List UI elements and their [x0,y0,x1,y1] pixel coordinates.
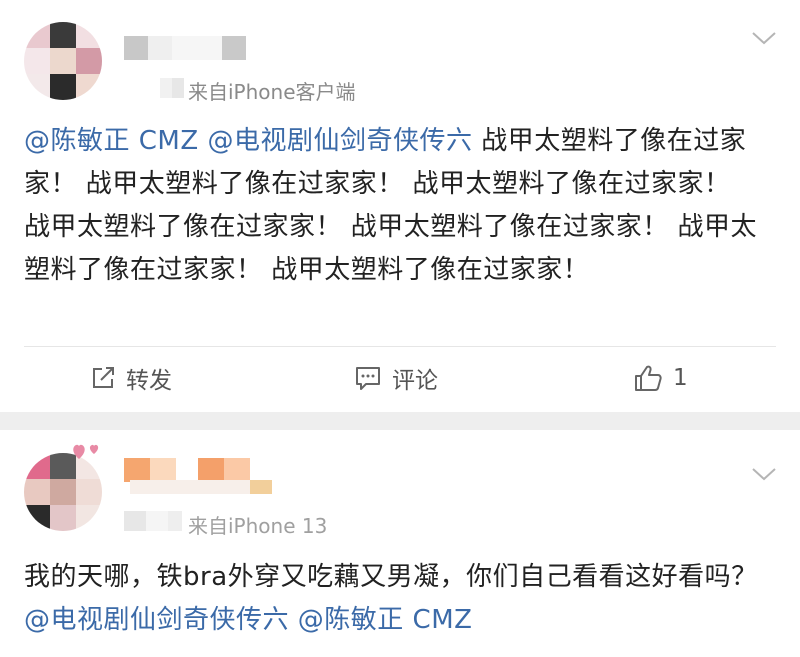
weibo-post: 来自iPhone客户端 @陈敏正 CMZ @电视剧仙剑奇侠传六 战甲太塑料了像在… [0,0,800,412]
avatar[interactable] [24,453,102,531]
chevron-down-icon[interactable] [751,466,777,482]
repost-label: 转发 [126,368,172,394]
post-body-text: 我的天哪，铁bra外穿又吃藕又男凝，你们自己看看这好看吗？ [24,562,758,592]
comment-label: 评论 [392,368,438,394]
divider [24,346,776,347]
username-redacted[interactable] [124,458,250,482]
mention-link[interactable]: @陈敏正 CMZ [24,126,199,156]
mention-link[interactable]: @电视剧仙剑奇侠传六 [207,126,472,156]
heart-sticker-icon [73,444,99,459]
repost-button[interactable]: 转发 [90,360,172,396]
post-content: 我的天哪，铁bra外穿又吃藕又男凝，你们自己看看这好看吗？@电视剧仙剑奇侠传六 … [24,556,764,642]
comment-button[interactable]: 评论 [354,360,438,396]
thumbs-up-icon [635,365,662,391]
mention-link[interactable]: @陈敏正 CMZ [298,605,473,635]
post-source: 来自iPhone 13 [188,514,328,538]
post-content: @陈敏正 CMZ @电视剧仙剑奇侠传六 战甲太塑料了像在过家家！ 战甲太塑料了像… [24,120,764,292]
comment-icon [356,367,380,390]
username-decoration-redacted [130,480,272,494]
post-source: 来自iPhone客户端 [188,80,356,104]
like-button[interactable]: 1 [633,360,688,396]
source-prefix-redacted [124,511,182,531]
username-redacted[interactable] [124,36,246,60]
avatar[interactable] [24,22,102,100]
post-separator [0,412,800,430]
repost-icon [93,367,114,388]
like-count: 1 [673,365,688,391]
source-prefix-redacted [160,78,184,98]
mention-link[interactable]: @电视剧仙剑奇侠传六 [24,605,289,635]
chevron-down-icon[interactable] [751,30,777,46]
